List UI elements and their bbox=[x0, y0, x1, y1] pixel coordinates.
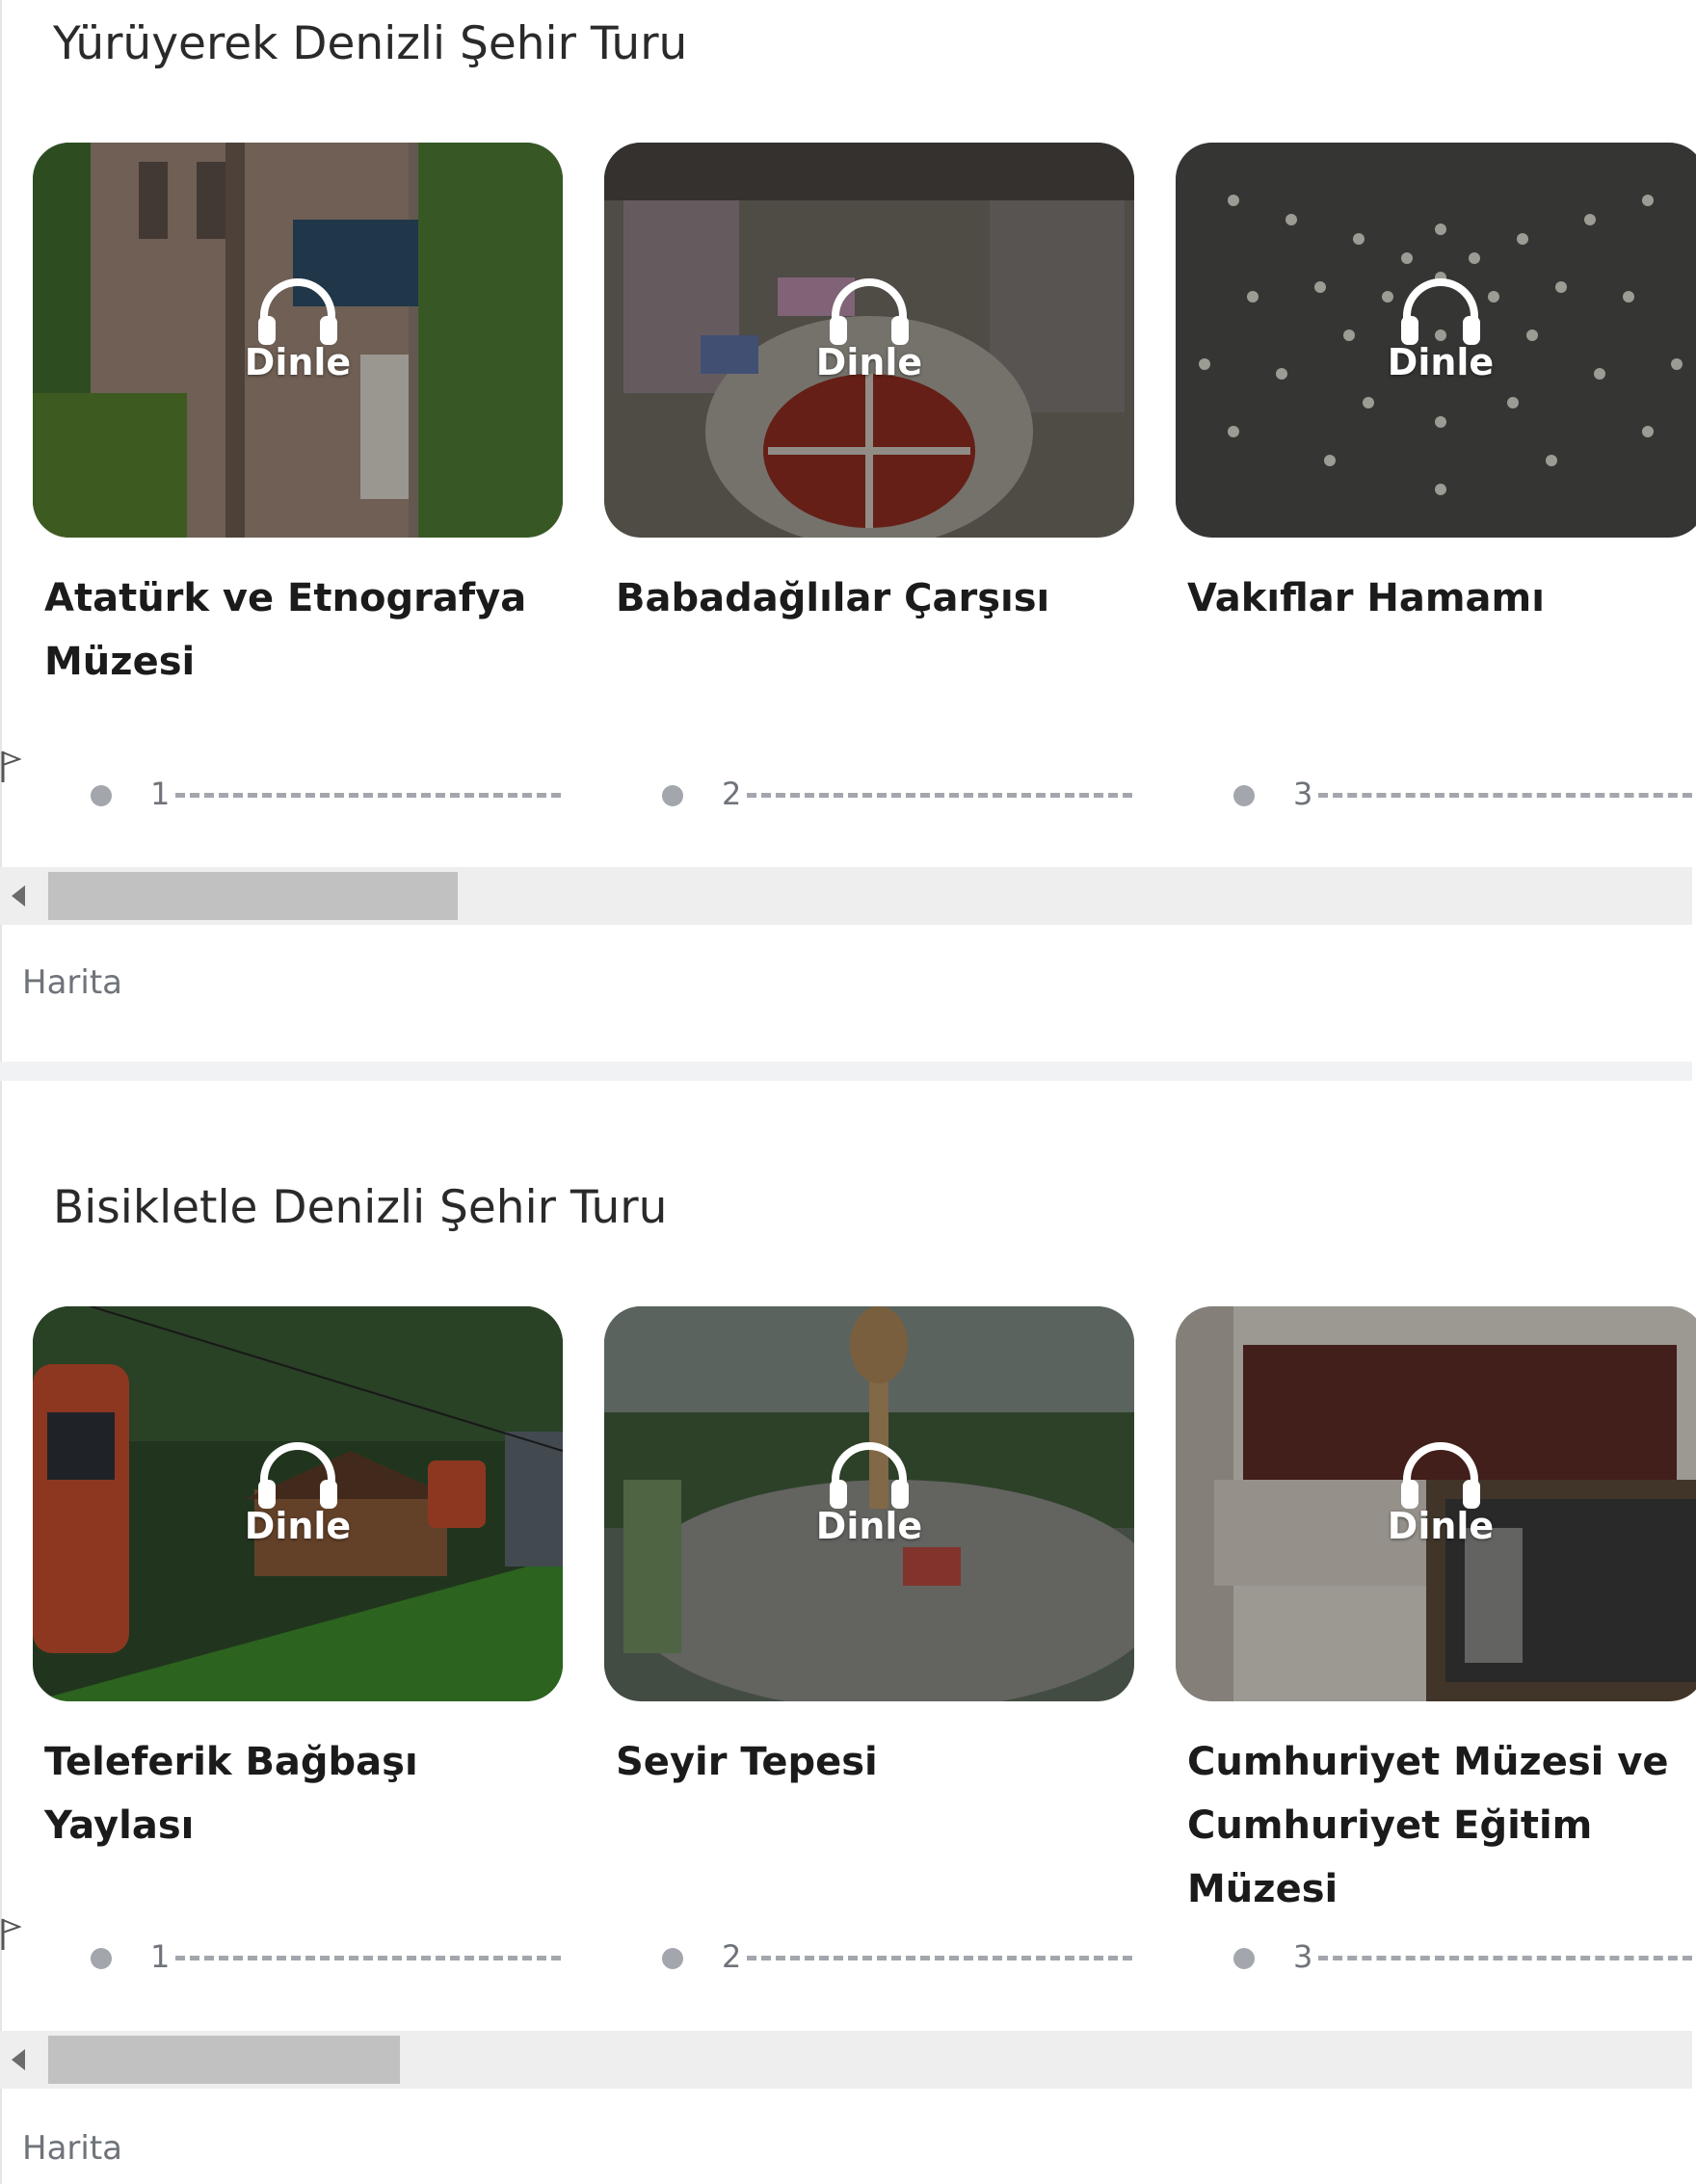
stop-title[interactable]: Teleferik Bağbaşı Yaylası bbox=[44, 1730, 545, 1857]
step-connector bbox=[1318, 793, 1692, 798]
section-divider bbox=[0, 1062, 1692, 1081]
step-connector bbox=[747, 793, 1132, 798]
route-step: 3 bbox=[1233, 773, 1692, 812]
listen-button[interactable]: Dinle bbox=[1176, 277, 1696, 383]
step-number: 2 bbox=[722, 776, 742, 812]
step-connector bbox=[175, 1956, 561, 1960]
step-number: 3 bbox=[1293, 776, 1313, 812]
stop-title[interactable]: Atatürk ve Etnografya Müzesi bbox=[44, 566, 545, 694]
headphones-icon bbox=[830, 1442, 909, 1509]
step-dot bbox=[91, 1948, 112, 1969]
listen-label: Dinle bbox=[1387, 1505, 1495, 1547]
headphones-icon bbox=[258, 1442, 337, 1509]
step-dot bbox=[662, 785, 683, 806]
tour-section-walking: Yürüyerek Denizli Şehir Turu Dinle Atatü… bbox=[0, 0, 1696, 1060]
map-link[interactable]: Harita bbox=[22, 963, 122, 1002]
headphones-icon bbox=[1401, 278, 1480, 345]
route-step: 3 bbox=[1233, 1935, 1692, 1975]
horizontal-scrollbar[interactable] bbox=[0, 867, 1692, 925]
map-link[interactable]: Harita bbox=[22, 2129, 122, 2168]
step-number: 3 bbox=[1293, 1938, 1313, 1975]
route-step: 1 bbox=[91, 1935, 563, 1975]
listen-label: Dinle bbox=[815, 1505, 923, 1547]
step-connector bbox=[1318, 1956, 1692, 1960]
listen-button[interactable]: Dinle bbox=[604, 1441, 1134, 1547]
step-connector bbox=[747, 1956, 1132, 1960]
listen-label: Dinle bbox=[815, 341, 923, 383]
tour-title: Bisikletle Denizli Şehir Turu bbox=[53, 1181, 668, 1234]
flag-icon bbox=[1, 750, 21, 782]
stop-image[interactable]: Dinle bbox=[604, 1306, 1134, 1701]
step-connector bbox=[175, 793, 561, 798]
step-number: 1 bbox=[150, 1938, 171, 1975]
route-step: 2 bbox=[662, 773, 1134, 812]
stop-image[interactable]: Dinle bbox=[33, 143, 563, 538]
stop-image[interactable]: Dinle bbox=[1176, 1306, 1696, 1701]
stop-image[interactable]: Dinle bbox=[604, 143, 1134, 538]
stop-title[interactable]: Vakıflar Hamamı bbox=[1187, 566, 1688, 630]
listen-label: Dinle bbox=[1387, 341, 1495, 383]
headphones-icon bbox=[1401, 1442, 1480, 1509]
horizontal-scrollbar[interactable] bbox=[0, 2031, 1692, 2089]
step-dot bbox=[1233, 1948, 1255, 1969]
route-step: 1 bbox=[91, 773, 563, 812]
scrollbar-thumb[interactable] bbox=[48, 2036, 400, 2084]
headphones-icon bbox=[830, 278, 909, 345]
headphones-icon bbox=[258, 278, 337, 345]
listen-button[interactable]: Dinle bbox=[33, 1441, 563, 1547]
listen-button[interactable]: Dinle bbox=[604, 277, 1134, 383]
scrollbar-thumb[interactable] bbox=[48, 872, 458, 920]
scroll-left-arrow-icon[interactable] bbox=[12, 2049, 25, 2070]
stop-image[interactable]: Dinle bbox=[33, 1306, 563, 1701]
listen-button[interactable]: Dinle bbox=[1176, 1441, 1696, 1547]
route-step: 2 bbox=[662, 1935, 1134, 1975]
tour-title: Yürüyerek Denizli Şehir Turu bbox=[53, 17, 688, 70]
stop-title[interactable]: Seyir Tepesi bbox=[616, 1730, 1117, 1794]
scroll-left-arrow-icon[interactable] bbox=[12, 885, 25, 907]
step-number: 1 bbox=[150, 776, 171, 812]
flag-icon bbox=[1, 1918, 21, 1950]
listen-label: Dinle bbox=[244, 1505, 352, 1547]
step-number: 2 bbox=[722, 1938, 742, 1975]
tour-section-cycling: Bisikletle Denizli Şehir Turu Dinle Tele… bbox=[0, 1164, 1696, 2184]
stop-image[interactable]: Dinle bbox=[1176, 143, 1696, 538]
step-dot bbox=[1233, 785, 1255, 806]
stop-title[interactable]: Babadağlılar Çarşısı bbox=[616, 566, 1117, 630]
step-dot bbox=[91, 785, 112, 806]
stop-title[interactable]: Cumhuriyet Müzesi ve Cumhuriyet Eğitim M… bbox=[1187, 1730, 1688, 1921]
listen-label: Dinle bbox=[244, 341, 352, 383]
listen-button[interactable]: Dinle bbox=[33, 277, 563, 383]
step-dot bbox=[662, 1948, 683, 1969]
